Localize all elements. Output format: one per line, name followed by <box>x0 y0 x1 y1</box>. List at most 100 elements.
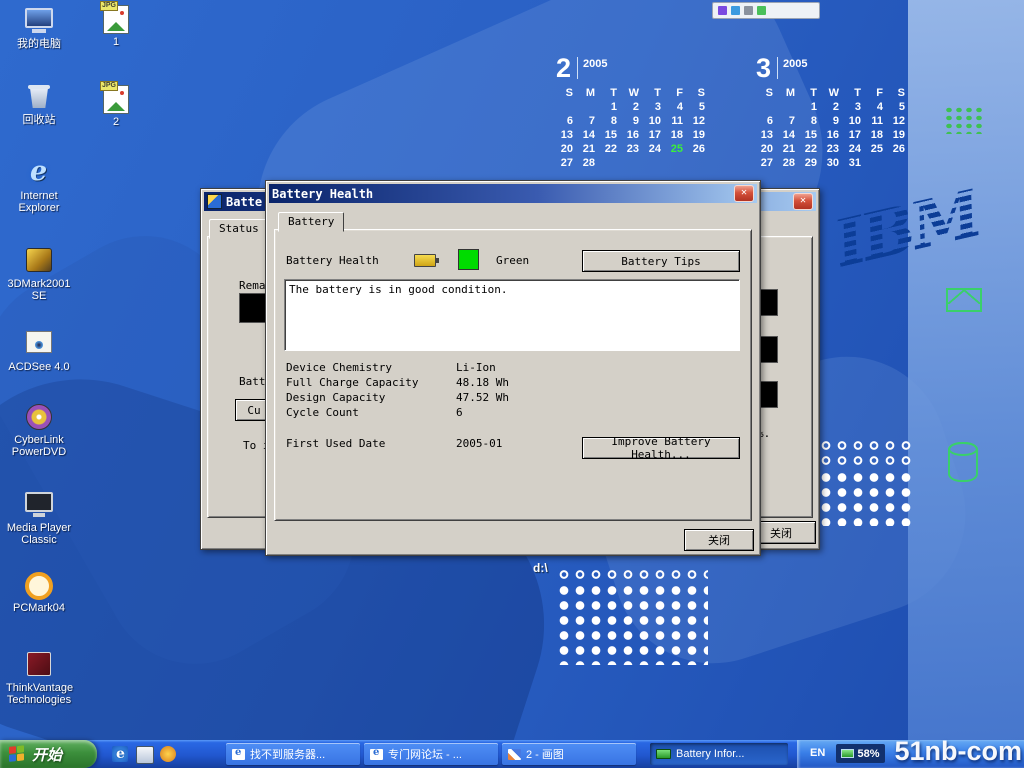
calendar-grid: SMTWTFS123456789101112131415161718192021… <box>556 86 710 170</box>
calendar-day <box>600 156 622 170</box>
desktop-icon-media-player-classic[interactable]: Media Player Classic <box>6 490 72 546</box>
calendar-day <box>666 156 688 170</box>
calendar-day: 27 <box>556 156 578 170</box>
green-grid-icon <box>944 106 986 134</box>
calendar-day: 5 <box>888 100 910 114</box>
close-button[interactable]: ✕ <box>734 185 754 202</box>
calendar-day: 29 <box>800 156 822 170</box>
calendar-february: 2 2005 SMTWTFS12345678910111213141516171… <box>556 54 710 170</box>
start-button[interactable]: 开始 <box>0 740 97 768</box>
calendar-day: 25 <box>666 142 688 156</box>
quicklaunch-ie-icon[interactable] <box>112 746 128 762</box>
calendar-day: 11 <box>866 114 888 128</box>
calendar-day: 31 <box>844 156 866 170</box>
internet-explorer-icon <box>23 160 55 188</box>
calendar-day <box>888 156 910 170</box>
taskbar-task-forum[interactable]: 专门网论坛 - ... <box>364 743 498 765</box>
calendar-day: 6 <box>756 114 778 128</box>
calendar-day: 10 <box>844 114 866 128</box>
volume-icon[interactable] <box>718 6 727 15</box>
icon-label: Internet Explorer <box>6 190 72 214</box>
calendar-grid: SMTWTFS123456789101112131415161718192021… <box>756 86 910 170</box>
icon-label: Media Player Classic <box>6 522 72 546</box>
battery-tips-button[interactable]: Battery Tips <box>582 250 740 272</box>
calendar-day: 19 <box>888 128 910 142</box>
calendar-day: 2 <box>822 100 844 114</box>
dialog-titlebar[interactable]: Battery Health ✕ <box>269 184 757 203</box>
first-used-label: First Used Date <box>286 437 385 450</box>
jpg-badge: JPG <box>100 1 118 11</box>
task-label: 专门网论坛 - ... <box>388 746 462 762</box>
language-indicator[interactable]: EN <box>810 747 825 759</box>
battery-indicator-icon[interactable] <box>757 6 766 15</box>
calendar-day: 3 <box>644 100 666 114</box>
calendar-weekday: F <box>666 86 688 100</box>
display-icon[interactable] <box>731 6 740 15</box>
calendar-weekday: M <box>578 86 600 100</box>
close-dialog-button[interactable]: 关闭 <box>684 529 754 551</box>
calendar-day <box>756 100 778 114</box>
calendar-year: 2005 <box>583 58 607 70</box>
start-label: 开始 <box>32 744 62 765</box>
dot-pattern-rings <box>818 438 914 470</box>
dot-pattern-filled <box>556 583 708 665</box>
taskbar-task-battery-information[interactable]: Battery Infor... <box>650 743 788 765</box>
task-label: 2 - 画图 <box>526 746 564 762</box>
desktop-icon-recycle-bin[interactable]: 回收站 <box>6 84 72 126</box>
calendar-weekday: T <box>800 86 822 100</box>
battery-icon <box>656 749 671 759</box>
taskbar-task-server-not-found[interactable]: 找不到服务器... <box>226 743 360 765</box>
calendar-day: 16 <box>822 128 844 142</box>
tab-battery[interactable]: Battery <box>278 212 344 232</box>
calendar-day: 22 <box>600 142 622 156</box>
battery-icon <box>841 749 854 758</box>
calendar-day <box>866 156 888 170</box>
quicklaunch-show-desktop-icon[interactable] <box>136 746 154 764</box>
calendar-day: 6 <box>556 114 578 128</box>
quicklaunch-media-icon[interactable] <box>160 746 176 762</box>
keyboard-icon[interactable] <box>744 6 753 15</box>
tray-battery-indicator[interactable]: 58% <box>836 744 885 763</box>
status-toolbar[interactable] <box>712 2 820 19</box>
desktop-icon-3dmark2001[interactable]: 3DMark2001 SE <box>6 246 72 302</box>
calendar-weekday: W <box>622 86 644 100</box>
battery-percent: 58% <box>857 748 879 760</box>
icon-label: 回收站 <box>6 114 72 126</box>
desktop-icon-thinkvantage[interactable]: ThinkVantage Technologies <box>6 650 72 706</box>
powerdvd-icon <box>23 404 55 432</box>
file-label: 2 <box>92 116 140 128</box>
window-title: Batte <box>226 195 262 209</box>
calendar-day: 23 <box>822 142 844 156</box>
icon-label: ACDSee 4.0 <box>6 361 72 373</box>
calendar-day <box>556 100 578 114</box>
dot-pattern-filled <box>818 470 914 526</box>
desktop-icon-my-computer[interactable]: 我的电脑 <box>6 6 72 50</box>
calendar-day: 9 <box>622 114 644 128</box>
calendar-weekday: M <box>778 86 800 100</box>
calendar-month-header: 3 2005 <box>756 54 910 84</box>
photo-thumbnail-sun <box>120 91 124 95</box>
calendar-day: 7 <box>778 114 800 128</box>
calendar-day: 9 <box>822 114 844 128</box>
desktop-file-2[interactable]: JPG 2 <box>92 85 140 128</box>
improve-battery-health-button[interactable]: Improve Battery Health... <box>582 437 740 459</box>
calendar-day <box>688 156 710 170</box>
desktop-file-1[interactable]: JPG 1 <box>92 5 140 48</box>
icon-label: ThinkVantage Technologies <box>6 682 72 706</box>
calendar-day: 28 <box>778 156 800 170</box>
calendar-day: 24 <box>644 142 666 156</box>
desktop-icon-pcmark04[interactable]: PCMark04 <box>6 570 72 614</box>
calendar-day: 13 <box>756 128 778 142</box>
condition-textbox[interactable]: The battery is in good condition. <box>284 279 740 351</box>
calendar-day: 4 <box>866 100 888 114</box>
windows-flag-icon <box>9 745 26 763</box>
first-used-value: 2005-01 <box>456 437 502 450</box>
desktop-icon-powerdvd[interactable]: CyberLink PowerDVD <box>6 403 72 458</box>
calendar-weekday: S <box>888 86 910 100</box>
desktop-icon-internet-explorer[interactable]: Internet Explorer <box>6 160 72 214</box>
close-button[interactable]: ✕ <box>793 193 813 210</box>
taskbar-task-paint[interactable]: 2 - 画图 <box>502 743 636 765</box>
calendar-divider <box>577 57 578 79</box>
desktop-icon-acdsee[interactable]: ACDSee 4.0 <box>6 328 72 373</box>
tab-status[interactable]: Status <box>209 219 269 239</box>
